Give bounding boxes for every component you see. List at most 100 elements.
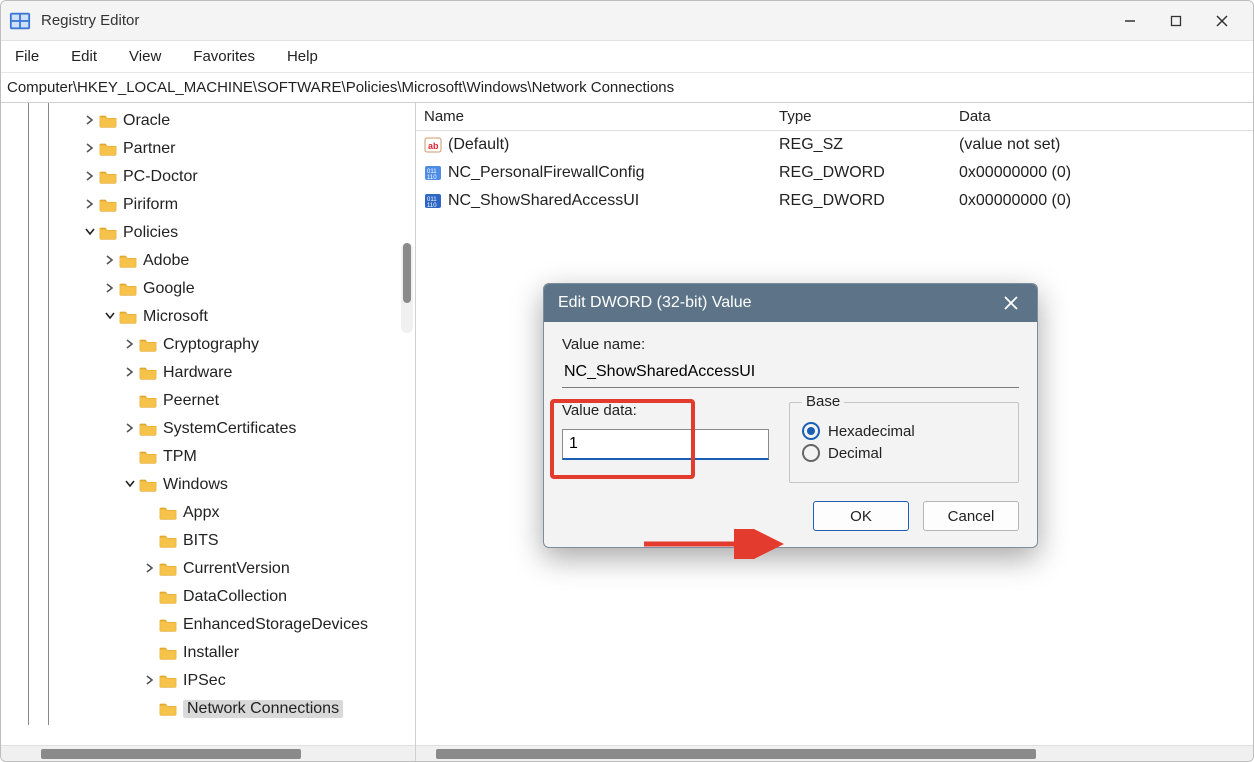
chevron-right-icon[interactable]: [81, 170, 99, 184]
tree-item[interactable]: DataCollection: [1, 583, 415, 611]
tree-item[interactable]: Oracle: [1, 107, 415, 135]
tree-item[interactable]: Windows: [1, 471, 415, 499]
chevron-right-icon[interactable]: [101, 282, 119, 296]
tree-horizontal-scrollbar[interactable]: [1, 745, 415, 761]
values-header: Name Type Data: [416, 103, 1253, 131]
menu-file[interactable]: File: [11, 46, 43, 67]
tree-item-label: CurrentVersion: [183, 560, 290, 578]
tree-item[interactable]: Partner: [1, 135, 415, 163]
chevron-right-icon[interactable]: [121, 338, 139, 352]
tree-item[interactable]: Microsoft: [1, 303, 415, 331]
tree-item[interactable]: Piriform: [1, 191, 415, 219]
radio-icon-unchecked: [802, 444, 820, 462]
folder-icon: [139, 421, 157, 437]
titlebar: Registry Editor: [1, 1, 1253, 41]
chevron-right-icon[interactable]: [141, 562, 159, 576]
value-row[interactable]: ab(Default)REG_SZ(value not set): [416, 131, 1253, 159]
tree-item[interactable]: Network Connections: [1, 695, 415, 723]
ok-button[interactable]: OK: [813, 501, 909, 531]
close-button[interactable]: [1199, 5, 1245, 37]
tree-item[interactable]: IPSec: [1, 667, 415, 695]
radio-hexadecimal[interactable]: Hexadecimal: [802, 422, 1006, 440]
col-header-data[interactable]: Data: [951, 108, 1253, 125]
window-controls: [1107, 5, 1245, 37]
scrollbar-thumb[interactable]: [436, 749, 1036, 759]
folder-icon: [139, 449, 157, 465]
tree-item[interactable]: SystemCertificates: [1, 415, 415, 443]
folder-icon: [159, 505, 177, 521]
tree-item[interactable]: Peernet: [1, 387, 415, 415]
maximize-button[interactable]: [1153, 5, 1199, 37]
tree-item-label: Policies: [123, 224, 178, 242]
col-header-name[interactable]: Name: [416, 108, 771, 125]
dialog-titlebar[interactable]: Edit DWORD (32-bit) Value: [544, 284, 1037, 322]
tree-item-label: Google: [143, 280, 195, 298]
chevron-right-icon[interactable]: [121, 422, 139, 436]
tree-item[interactable]: PC-Doctor: [1, 163, 415, 191]
scrollbar-thumb[interactable]: [41, 749, 301, 759]
value-name: NC_PersonalFirewallConfig: [448, 164, 771, 182]
chevron-right-icon[interactable]: [81, 198, 99, 212]
chevron-right-icon[interactable]: [141, 674, 159, 688]
app-title: Registry Editor: [41, 12, 1107, 29]
value-data-input[interactable]: [562, 429, 769, 460]
tree-item[interactable]: Installer: [1, 639, 415, 667]
svg-text:110: 110: [427, 203, 437, 209]
folder-icon: [99, 197, 117, 213]
tree-item-label: Network Connections: [183, 700, 343, 718]
menu-view[interactable]: View: [125, 46, 165, 67]
base-fieldset: Base Hexadecimal Decimal: [789, 402, 1019, 483]
value-data: 0x00000000 (0): [951, 164, 1253, 182]
tree-item-label: Partner: [123, 140, 175, 158]
value-data: (value not set): [951, 136, 1253, 154]
tree-item[interactable]: TPM: [1, 443, 415, 471]
value-row[interactable]: 011110NC_ShowSharedAccessUIREG_DWORD0x00…: [416, 187, 1253, 215]
menu-favorites[interactable]: Favorites: [189, 46, 259, 67]
edit-dword-dialog: Edit DWORD (32-bit) Value Value name: Va…: [543, 283, 1038, 548]
minimize-button[interactable]: [1107, 5, 1153, 37]
tree-item[interactable]: BITS: [1, 527, 415, 555]
chevron-right-icon[interactable]: [81, 114, 99, 128]
chevron-down-icon[interactable]: [101, 310, 119, 324]
tree-item-label: Peernet: [163, 392, 219, 410]
value-name: NC_ShowSharedAccessUI: [448, 192, 771, 210]
tree-item[interactable]: Cryptography: [1, 331, 415, 359]
folder-icon: [139, 365, 157, 381]
regedit-icon: [9, 10, 31, 32]
tree-item[interactable]: CurrentVersion: [1, 555, 415, 583]
address-bar[interactable]: Computer\HKEY_LOCAL_MACHINE\SOFTWARE\Pol…: [1, 73, 1253, 103]
folder-icon: [159, 589, 177, 605]
tree-item[interactable]: Hardware: [1, 359, 415, 387]
chevron-down-icon[interactable]: [81, 226, 99, 240]
value-name: (Default): [448, 136, 771, 154]
chevron-down-icon[interactable]: [121, 478, 139, 492]
tree-item[interactable]: EnhancedStorageDevices: [1, 611, 415, 639]
dialog-close-button[interactable]: [999, 291, 1023, 315]
cancel-button[interactable]: Cancel: [923, 501, 1019, 531]
chevron-right-icon[interactable]: [81, 142, 99, 156]
tree-item[interactable]: Adobe: [1, 247, 415, 275]
radio-decimal[interactable]: Decimal: [802, 444, 1006, 462]
scrollbar-thumb[interactable]: [403, 243, 411, 303]
folder-icon: [159, 673, 177, 689]
tree-pane: Oracle Partner PC-Doctor Piriform Policies Ad…: [1, 103, 416, 761]
menu-help[interactable]: Help: [283, 46, 322, 67]
folder-icon: [159, 701, 177, 717]
folder-icon: [139, 477, 157, 493]
folder-icon: [159, 645, 177, 661]
value-row[interactable]: 011110NC_PersonalFirewallConfigREG_DWORD…: [416, 159, 1253, 187]
value-type: REG_DWORD: [771, 192, 951, 210]
tree-item-label: Piriform: [123, 196, 178, 214]
tree-vertical-scrollbar[interactable]: [401, 243, 413, 333]
menu-edit[interactable]: Edit: [67, 46, 101, 67]
tree-item[interactable]: Appx: [1, 499, 415, 527]
col-header-type[interactable]: Type: [771, 108, 951, 125]
tree-view[interactable]: Oracle Partner PC-Doctor Piriform Policies Ad…: [1, 103, 415, 745]
tree-item[interactable]: Policies: [1, 219, 415, 247]
chevron-right-icon[interactable]: [101, 254, 119, 268]
folder-icon: [159, 561, 177, 577]
tree-item[interactable]: Google: [1, 275, 415, 303]
value-name-field[interactable]: [562, 359, 1019, 388]
chevron-right-icon[interactable]: [121, 366, 139, 380]
values-horizontal-scrollbar[interactable]: [416, 745, 1253, 761]
